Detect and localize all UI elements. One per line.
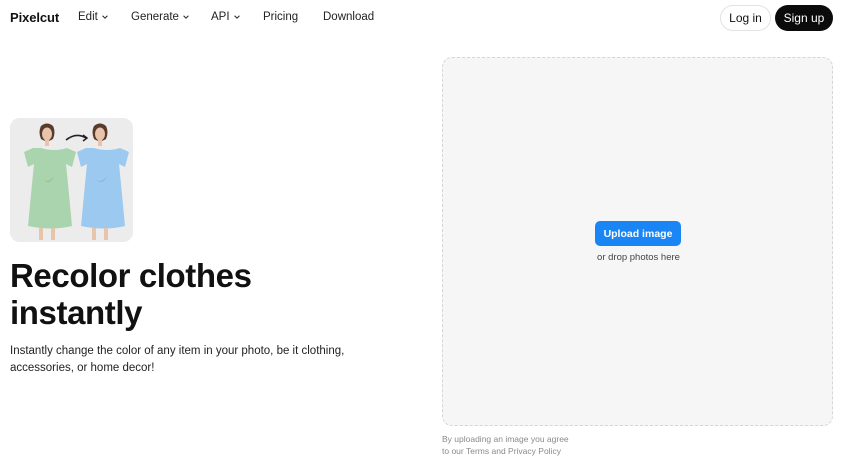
top-nav: Pixelcut Edit Generate API Pricing Downl… bbox=[0, 0, 850, 36]
upload-legal-notice: By uploading an image you agree to our T… bbox=[442, 433, 592, 457]
legal-prefix: to our bbox=[442, 446, 464, 456]
page-title-line1: Recolor clothes bbox=[10, 257, 252, 294]
login-button[interactable]: Log in bbox=[720, 5, 771, 31]
drop-hint: or drop photos here bbox=[597, 252, 680, 263]
page-title-line2: instantly bbox=[10, 294, 143, 331]
before-after-illustration bbox=[10, 118, 133, 242]
nav-pricing-label: Pricing bbox=[263, 11, 299, 23]
nav-pricing[interactable]: Pricing bbox=[263, 11, 298, 23]
nav-edit-label: Edit bbox=[78, 11, 98, 23]
legal-and: and bbox=[491, 446, 506, 456]
nav-generate-label: Generate bbox=[131, 11, 179, 23]
page-description-line2: accessories, or home decor! bbox=[10, 362, 155, 374]
page-description-line1: Instantly change the color of any item i… bbox=[10, 345, 345, 357]
terms-link[interactable]: Terms bbox=[466, 446, 489, 456]
nav-edit[interactable]: Edit bbox=[78, 11, 109, 23]
legal-line1: By uploading an image you agree bbox=[442, 434, 569, 444]
nav-download-label: Download bbox=[323, 11, 375, 23]
chevron-down-icon bbox=[183, 15, 189, 19]
nav-generate[interactable]: Generate bbox=[131, 11, 190, 23]
chevron-down-icon bbox=[233, 15, 240, 19]
nav-api[interactable]: API bbox=[211, 11, 241, 23]
nav-api-label: API bbox=[211, 11, 230, 23]
privacy-policy-link[interactable]: Privacy Policy bbox=[508, 446, 561, 456]
page-title: Recolor clothes instantly bbox=[10, 257, 390, 331]
nav-download[interactable]: Download bbox=[323, 11, 374, 23]
signup-button[interactable]: Sign up bbox=[775, 5, 833, 31]
legal-line2: to our Terms and Privacy Policy bbox=[442, 445, 592, 457]
pixelcut-logo[interactable]: Pixelcut bbox=[10, 10, 59, 25]
upload-dropzone[interactable]: Upload image or drop photos here bbox=[442, 57, 833, 426]
page-description: Instantly change the color of any item i… bbox=[10, 343, 370, 377]
upload-image-button[interactable]: Upload image bbox=[595, 221, 681, 246]
chevron-down-icon bbox=[102, 15, 108, 19]
recolor-example-image bbox=[10, 118, 133, 242]
